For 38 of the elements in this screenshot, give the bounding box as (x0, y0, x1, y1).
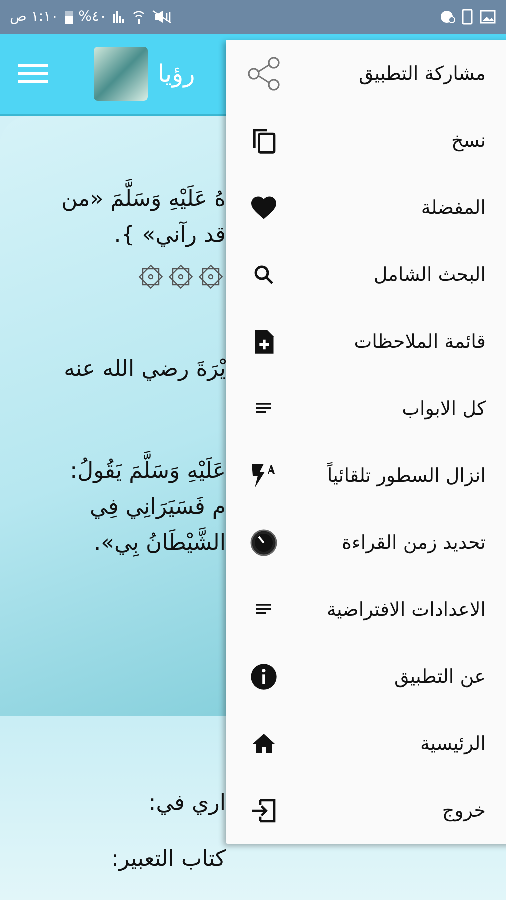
ornament-icon (196, 262, 226, 292)
menu-item[interactable]: نسخ (226, 107, 506, 174)
menu-item[interactable]: المفضلة (226, 174, 506, 241)
wifi-icon (133, 10, 146, 24)
menu-item[interactable]: تحديد زمن القراءة (226, 509, 506, 576)
app-logo-image (94, 47, 148, 101)
body-text-line: م فَسَيَرَانِي فِي (89, 494, 226, 522)
menu-item[interactable]: قائمة الملاحظات (226, 308, 506, 375)
exit-icon (250, 796, 278, 824)
notification-icon (440, 10, 456, 24)
menu-icon[interactable] (18, 63, 48, 85)
menu-item[interactable]: عن التطبيق (226, 643, 506, 710)
body-text-line: اري في: (148, 790, 226, 818)
menu-item[interactable]: كل الابواب (226, 375, 506, 442)
image-icon (480, 10, 496, 24)
mute-icon (151, 10, 174, 24)
menu-item[interactable]: الاعدادات الافتراضية (226, 576, 506, 643)
info-icon (250, 662, 278, 690)
share-icon (246, 56, 282, 92)
body-text-line: قد رآني» }. (113, 220, 226, 250)
menu-item[interactable]: خروج (226, 777, 506, 844)
body-text-line: كتاب التعبير: (110, 846, 226, 874)
timer-icon (250, 528, 278, 556)
app-title: رؤيا (158, 60, 196, 88)
ornament-icon (166, 262, 196, 292)
menu-item[interactable]: البحث الشامل (226, 241, 506, 308)
menu-item[interactable]: الرئيسية (226, 710, 506, 777)
phone-icon (462, 9, 474, 25)
battery-icon (64, 10, 73, 24)
battery-percent-text: %٤٠ (78, 9, 108, 25)
menu-item[interactable]: مشاركة التطبيق (226, 40, 506, 107)
body-text-line: الشَّيْطَانُ بِي». (0, 526, 226, 562)
home-icon (251, 732, 277, 756)
clock-text: ١:١٠ ص (10, 9, 59, 25)
ornament-icon (136, 262, 166, 292)
body-text-line: يْرَةَ رضي الله عنه (63, 356, 226, 384)
menu-item[interactable]: انزال السطور تلقائياً (226, 442, 506, 509)
flash-icon (250, 462, 278, 490)
